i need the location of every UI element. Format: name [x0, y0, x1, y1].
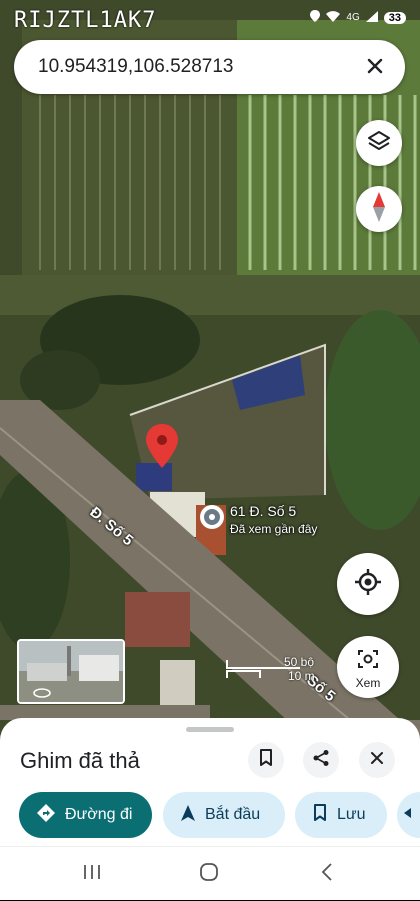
share-button[interactable] — [303, 742, 339, 778]
directions-button[interactable]: Đường đi — [19, 792, 152, 838]
bookmark-icon — [258, 748, 274, 772]
start-label: Bắt đầu — [205, 806, 261, 823]
street-view-thumbnail[interactable] — [17, 639, 125, 704]
scale-top-label: 50 bộ — [284, 655, 315, 669]
bookmark-icon — [313, 803, 327, 827]
directions-label: Đường đi — [65, 806, 133, 823]
system-nav-bar — [0, 846, 420, 901]
status-icons: 4G 33 — [310, 10, 406, 25]
scale-bottom-label: 10 m — [288, 669, 315, 683]
search-input[interactable]: 10.954319,106.528713 — [38, 56, 233, 78]
camera-scan-icon — [357, 649, 379, 674]
sheet-title: Ghim đã thả — [20, 748, 140, 773]
signal-icon — [365, 10, 378, 25]
place-name: 61 Đ. Số 5 — [230, 503, 297, 519]
navigation-arrow-icon — [181, 804, 195, 826]
save-icon-button[interactable] — [248, 742, 284, 778]
directions-icon — [37, 803, 55, 827]
compass-icon — [369, 191, 389, 227]
my-location-button[interactable] — [337, 553, 399, 615]
drag-handle[interactable] — [186, 727, 234, 732]
location-icon — [310, 10, 321, 25]
back-icon — [320, 862, 334, 886]
back-button[interactable] — [312, 861, 342, 887]
map-scale: 50 bộ 10 m — [226, 655, 315, 683]
start-button[interactable]: Bắt đầu — [163, 792, 285, 838]
network-label: 4G — [346, 12, 360, 23]
layers-button[interactable] — [356, 120, 402, 166]
recent-apps-icon — [82, 864, 102, 885]
share-chip-partial[interactable] — [397, 792, 420, 838]
place-subtitle: Đã xem gần đây — [230, 522, 318, 536]
close-sheet-button[interactable] — [359, 742, 395, 778]
rotate-360-icon — [33, 685, 51, 702]
wifi-icon — [326, 10, 341, 25]
window-title: RIJZTL1AK7 — [14, 8, 157, 33]
home-icon — [199, 862, 219, 887]
share-arrow-icon — [403, 806, 413, 824]
crosshair-icon — [354, 568, 382, 601]
status-bar: RIJZTL1AK7 4G 33 — [0, 6, 420, 33]
share-icon — [312, 749, 330, 772]
save-label: Lưu — [337, 806, 366, 823]
street-view-label: Xem — [355, 676, 381, 690]
search-bar[interactable]: 10.954319,106.528713 — [14, 40, 405, 94]
battery-level: 33 — [383, 11, 406, 24]
recent-apps-button[interactable] — [77, 861, 107, 887]
save-button[interactable]: Lưu — [295, 792, 387, 838]
street-view-button[interactable]: Xem — [337, 636, 399, 698]
close-icon — [369, 750, 385, 771]
compass-button[interactable] — [356, 186, 402, 232]
close-icon[interactable] — [361, 52, 389, 80]
place-label[interactable]: 61 Đ. Số 5 Đã xem gần đây — [230, 502, 317, 538]
layers-icon — [367, 129, 391, 158]
home-button[interactable] — [194, 861, 224, 887]
